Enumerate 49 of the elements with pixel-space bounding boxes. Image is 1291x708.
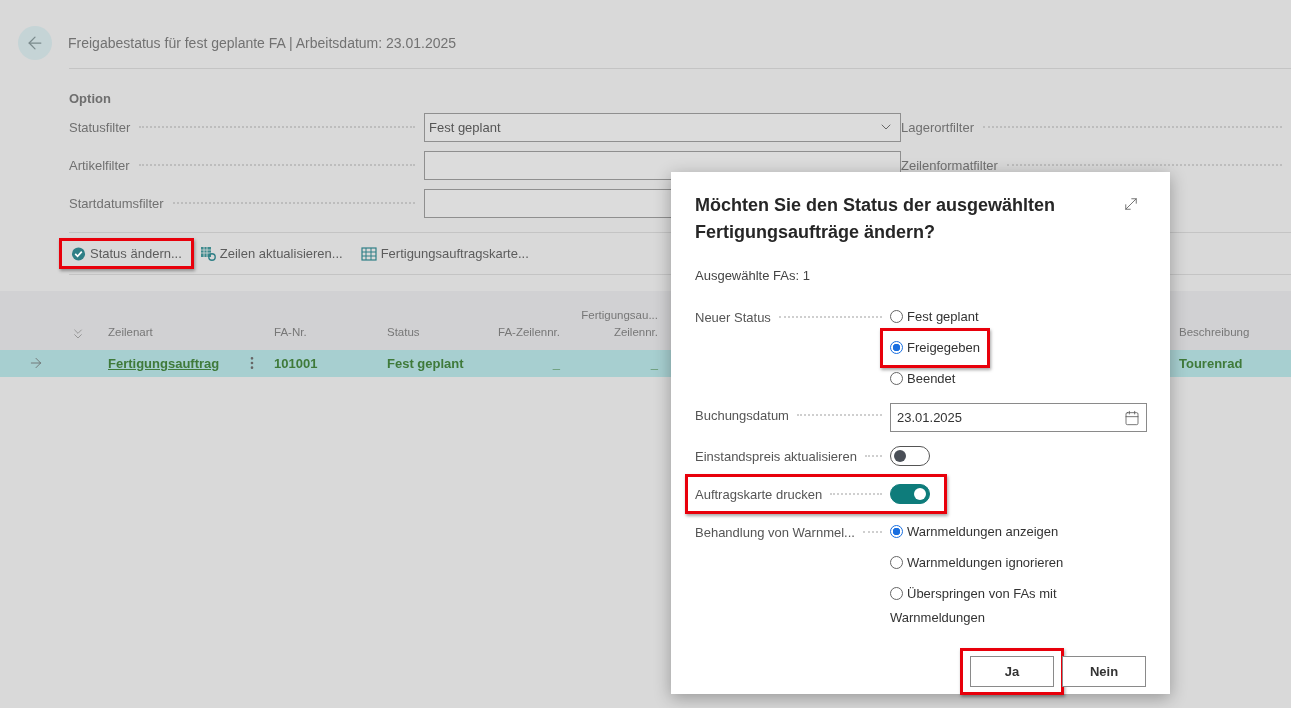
field-label: Buchungsdatum: [695, 407, 789, 423]
dialog-button[interactable]: Nein: [1062, 656, 1146, 687]
filter-label: Artikelfilter: [69, 157, 130, 173]
table-cell-text: 101001: [274, 355, 319, 371]
column-header: Status: [387, 325, 421, 341]
table-cell-text: Fest geplant: [387, 355, 465, 371]
radio-button[interactable]: [890, 587, 903, 600]
action-button[interactable]: Zeilen aktualisieren...: [197, 246, 345, 261]
table-cell-text: _: [551, 355, 560, 371]
card-grid-icon: [360, 246, 377, 261]
radio-button[interactable]: [890, 372, 903, 385]
column-header: FA-Zeilennr.: [497, 325, 560, 341]
radio-button[interactable]: [890, 525, 903, 538]
dialog-title: Möchten Sie den Status der ausgewählten Fertigungsaufträge ändern?: [695, 194, 1057, 244]
radio-option[interactable]: Fest geplant: [890, 305, 979, 329]
page-title: Freigabestatus für fest geplante FA | Arbeitsdatum: 23.01.2025: [68, 34, 457, 51]
expand-icon[interactable]: [1122, 195, 1140, 213]
selection-count: Ausgewählte FAs: 1: [695, 268, 811, 283]
action-button[interactable]: Status ändern...: [69, 246, 184, 261]
filter-label: Startdatumsfilter: [69, 195, 164, 211]
table-cell-text: _: [649, 355, 658, 371]
radio-option[interactable]: Überspringen von FAs mit Warnmeldungen: [890, 582, 1085, 630]
section-title: Option: [69, 91, 112, 106]
dropdown-field[interactable]: Fest geplant: [424, 112, 901, 142]
filter-label: Lagerortfilter: [901, 119, 974, 135]
toggle-switch[interactable]: [890, 446, 930, 466]
action-button[interactable]: Fertigungsauftragskarte...: [358, 246, 531, 261]
table-cell-text: Tourenrad: [1179, 355, 1244, 371]
toggle-switch[interactable]: [890, 484, 930, 504]
field-label: Behandlung von Warnmel...: [695, 524, 855, 540]
column-header: Fertigungsau... Zeilennr.: [580, 308, 658, 341]
field-label: Auftragskarte drucken: [695, 486, 823, 502]
radio-button[interactable]: [890, 341, 903, 354]
calendar-icon[interactable]: [1124, 409, 1140, 426]
column-header: Zeilenart: [108, 325, 154, 341]
field-label: Einstandspreis aktualisieren: [695, 448, 857, 464]
check-circle-icon: [71, 246, 86, 261]
grid-refresh-icon: [199, 246, 216, 261]
radio-button[interactable]: [890, 556, 903, 569]
date-field[interactable]: 23.01.2025: [890, 403, 1147, 432]
radio-button[interactable]: [890, 310, 903, 323]
column-header: FA-Nr.: [274, 325, 308, 341]
dialog-button[interactable]: Ja: [970, 656, 1054, 687]
radio-option[interactable]: Warnmeldungen ignorieren: [890, 551, 1064, 575]
filter-label: Zeilenformatfilter: [901, 157, 998, 173]
radio-option[interactable]: Warnmeldungen anzeigen: [890, 520, 1059, 544]
field-label: Neuer Status: [695, 309, 771, 325]
column-header: Beschreibung: [1179, 325, 1251, 341]
filter-label: Statusfilter: [69, 119, 131, 135]
